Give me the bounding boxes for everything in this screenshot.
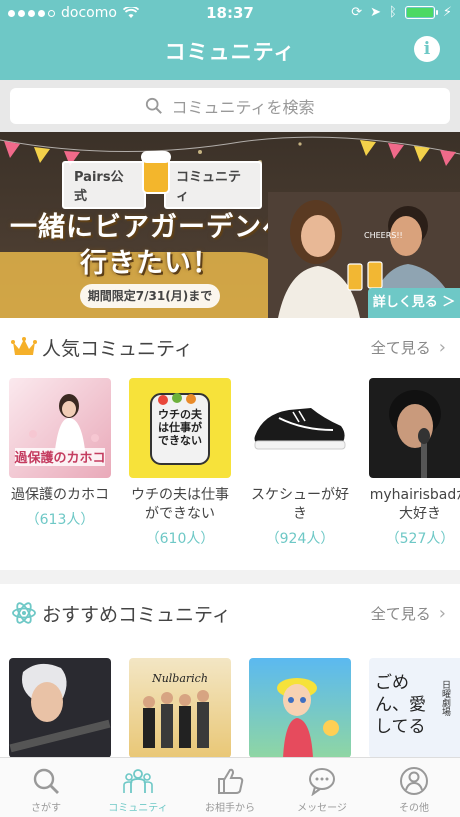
cheers-text: CHEERS!!: [364, 231, 403, 240]
recommended-cards: Nulbarich 日曜劇場 ごめん、愛してる: [0, 658, 460, 758]
thumbnail-title: Nulbarich: [151, 672, 208, 685]
banner-period: 期間限定7/31(月)まで: [80, 284, 220, 308]
beer-mug-icon: [141, 151, 171, 194]
tab-messages[interactable]: メッセージ: [276, 758, 368, 817]
community-thumbnail: 日曜劇場 ごめん、愛してる: [369, 658, 460, 758]
community-thumbnail: [249, 658, 351, 758]
banner-tag-right: コミュニティ: [163, 161, 262, 209]
community-icon: [123, 769, 153, 793]
section-title: 人気コミュニティ: [42, 338, 193, 360]
member-count: （924人）: [265, 531, 335, 547]
thumbnail-title: ごめん、愛してる: [375, 673, 426, 737]
community-name: スケシューが好き: [251, 487, 349, 522]
tab-other[interactable]: その他: [368, 758, 460, 817]
charging-icon: ⚡: [442, 5, 452, 20]
status-bar: docomo 18:37 ⟳ ➤ ᛒ ⚡: [0, 0, 460, 26]
banner-tag-left: Pairs公式: [62, 161, 146, 209]
community-card[interactable]: Nulbarich: [129, 658, 231, 758]
page-title: コミュニティ: [164, 40, 296, 64]
community-thumbnail: ウチの夫は仕事ができない: [129, 378, 231, 478]
search-icon: [146, 97, 163, 114]
chevron-right-icon: ›: [438, 337, 446, 358]
tab-community[interactable]: コミュニティ: [92, 758, 184, 817]
community-name: myhairisbadが大好き: [369, 487, 460, 522]
community-thumbnail: 過保護のカホコ: [9, 378, 111, 478]
community-card[interactable]: [9, 658, 111, 758]
thumbnail-tag: 日曜劇場: [440, 680, 451, 717]
community-card[interactable]: [249, 658, 351, 758]
community-thumbnail: [9, 658, 111, 758]
popular-cards: 過保護のカホコ 過保護のカホコ （613人） ウチの夫は仕事ができない ウチの夫…: [0, 378, 460, 558]
community-card[interactable]: スケシューが好き （924人）: [249, 378, 351, 548]
tab-likes[interactable]: お相手から: [184, 758, 276, 817]
search-input[interactable]: コミュニティを検索: [10, 88, 450, 124]
top-bar: docomo 18:37 ⟳ ➤ ᛒ ⚡ コミュニティ i: [0, 0, 460, 80]
section-title: おすすめコミュニティ: [42, 604, 231, 626]
chevron-right-icon: ›: [438, 603, 446, 624]
battery-icon: [404, 6, 438, 19]
search-bar-area: コミュニティを検索: [0, 80, 460, 132]
community-card[interactable]: 日曜劇場 ごめん、愛してる: [369, 658, 460, 758]
see-all-link[interactable]: 全て見る ›: [371, 337, 446, 358]
thumbnail-title: 過保護のカホコ: [13, 450, 105, 466]
search-icon: [33, 768, 59, 794]
message-icon: [309, 768, 335, 796]
popular-section: 人気コミュニティ 全て見る › 過保護のカホコ 過保護のカホコ （613人） ウ…: [0, 318, 460, 570]
community-card[interactable]: myhairisbadが大好き （527人）: [369, 378, 460, 548]
community-thumbnail: Nulbarich: [129, 658, 231, 758]
search-placeholder: コミュニティを検索: [171, 98, 315, 117]
bluetooth-icon: ᛒ: [389, 5, 397, 20]
crown-icon: [11, 337, 37, 355]
tab-search[interactable]: さがす: [0, 758, 92, 817]
info-button[interactable]: i: [414, 36, 440, 62]
community-card[interactable]: ウチの夫は仕事ができない ウチの夫は仕事ができない （610人）: [129, 378, 231, 548]
community-name: ウチの夫は仕事ができない: [131, 487, 229, 522]
community-thumbnail: [369, 378, 460, 478]
location-icon: ➤: [370, 5, 382, 20]
profile-icon: [400, 767, 428, 795]
recommended-section: おすすめコミュニティ 全て見る › Nulbarich 日曜劇場 ごめん、愛して…: [0, 584, 460, 758]
community-name: 過保護のカホコ: [11, 487, 109, 503]
see-all-link[interactable]: 全て見る ›: [371, 603, 446, 624]
thumbnail-title: ウチの夫は仕事ができない: [158, 408, 202, 447]
member-count: （527人）: [385, 531, 455, 547]
thumbs-up-icon: [218, 768, 244, 794]
banner-detail-button[interactable]: 詳しく見る ＞: [368, 288, 460, 318]
member-count: （613人）: [25, 512, 95, 528]
tab-bar: さがす コミュニティ お相手から メッセージ その他: [0, 757, 460, 817]
community-card[interactable]: 過保護のカホコ 過保護のカホコ （613人）: [9, 378, 111, 529]
atom-icon: [12, 602, 36, 624]
banner-headline: 一緒にビアガーデンへ 行きたい！: [10, 212, 290, 279]
rotation-lock-icon: ⟳: [351, 5, 363, 20]
member-count: （610人）: [145, 531, 215, 547]
community-thumbnail: [249, 378, 351, 478]
